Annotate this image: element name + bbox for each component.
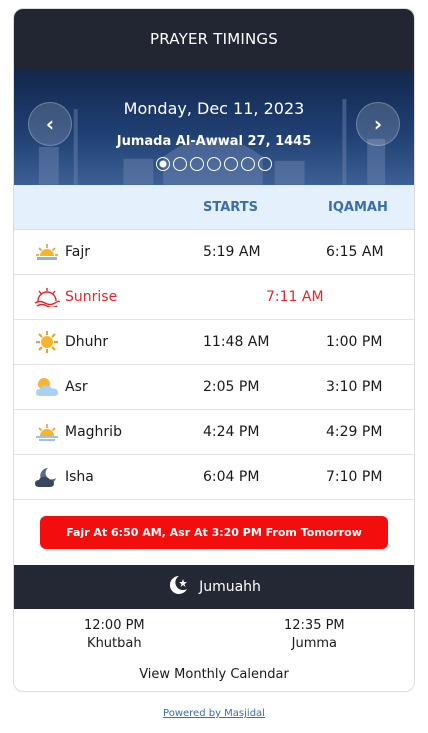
prayer-start-time: 2:05 PM xyxy=(203,379,260,395)
prayer-start-time: 6:04 PM xyxy=(203,469,260,485)
pagination-dot[interactable] xyxy=(173,157,187,171)
pagination-dot[interactable] xyxy=(241,157,255,171)
prayer-name: Sunrise xyxy=(65,289,118,305)
jumma-label: Jumma xyxy=(291,636,338,651)
powered-by-link[interactable]: Powered by Masjidal xyxy=(0,708,428,719)
prayer-row-sunrise: Sunrise 7:11 AM xyxy=(14,275,414,320)
pagination-dot[interactable] xyxy=(258,157,272,171)
hijri-date: Jumada Al-Awwal 27, 1445 xyxy=(116,134,312,149)
day-pagination xyxy=(14,157,414,171)
gregorian-date: Monday, Dec 11, 2023 xyxy=(123,99,305,118)
pagination-dot[interactable] xyxy=(190,157,204,171)
sun-cloud-icon xyxy=(34,375,60,399)
prayer-iqamah-time: 6:15 AM xyxy=(326,244,384,260)
jumuah-times: 12:00 PM Khutbah 12:35 PM Jumma xyxy=(14,609,414,665)
prayer-row-maghrib: Maghrib 4:24 PM 4:29 PM xyxy=(14,410,414,455)
pagination-dot[interactable] xyxy=(156,157,170,171)
prayer-iqamah-time: 1:00 PM xyxy=(326,334,383,350)
jumma-time-block: 12:35 PM Jumma xyxy=(284,617,345,653)
prayer-row-asr: Asr 2:05 PM 3:10 PM xyxy=(14,365,414,410)
prayer-start-time: 5:19 AM xyxy=(203,244,261,260)
page-title: PRAYER TIMINGS xyxy=(150,30,278,48)
sunset-icon xyxy=(34,420,60,444)
khutbah-label: Khutbah xyxy=(87,636,142,651)
prayer-name: Asr xyxy=(65,379,88,395)
prayer-name: Fajr xyxy=(65,244,90,260)
prayer-start-time: 4:24 PM xyxy=(203,424,260,440)
date-banner: ‹ Monday, Dec 11, 2023 Jumada Al-Awwal 2… xyxy=(14,69,414,185)
prayer-row-isha: Isha 6:04 PM 7:10 PM xyxy=(14,455,414,500)
chevron-right-icon: › xyxy=(373,112,383,136)
jumuah-title: Jumuahh xyxy=(199,579,261,595)
jumuah-header: Jumuahh xyxy=(14,565,414,609)
prayer-start-time: 7:11 AM xyxy=(266,289,324,305)
crescent-star-icon xyxy=(167,574,189,600)
prayer-iqamah-time: 7:10 PM xyxy=(326,469,383,485)
prayer-row-dhuhr: Dhuhr 11:48 AM 1:00 PM xyxy=(14,320,414,365)
next-day-button[interactable]: › xyxy=(356,102,400,146)
prayer-start-time: 11:48 AM xyxy=(203,334,270,350)
sunrise-horizon-icon xyxy=(34,240,60,264)
card-header: PRAYER TIMINGS xyxy=(14,9,414,69)
khutbah-time-block: 12:00 PM Khutbah xyxy=(84,617,145,653)
sun-icon xyxy=(34,330,60,354)
timing-change-notice: Fajr At 6:50 AM, Asr At 3:20 PM From Tom… xyxy=(40,516,388,549)
pagination-dot[interactable] xyxy=(224,157,238,171)
notice-area: Fajr At 6:50 AM, Asr At 3:20 PM From Tom… xyxy=(14,500,414,565)
starts-column-header: STARTS xyxy=(203,199,258,215)
view-monthly-calendar-link[interactable]: View Monthly Calendar xyxy=(14,667,414,682)
prayer-row-fajr: Fajr 5:19 AM 6:15 AM xyxy=(14,230,414,275)
prayer-timings-card: PRAYER TIMINGS ‹ Monday, Dec 11, 2023 Ju… xyxy=(13,8,415,692)
khutbah-time: 12:00 PM xyxy=(84,618,145,633)
prayer-name: Dhuhr xyxy=(65,334,109,350)
iqamah-column-header: IQAMAH xyxy=(328,199,388,215)
pagination-dot[interactable] xyxy=(207,157,221,171)
moon-cloud-icon xyxy=(34,465,60,489)
prayer-iqamah-time: 3:10 PM xyxy=(326,379,383,395)
column-headers: STARTS IQAMAH xyxy=(14,185,414,230)
jumma-time: 12:35 PM xyxy=(284,618,345,633)
prayer-iqamah-time: 4:29 PM xyxy=(326,424,383,440)
prayer-name: Maghrib xyxy=(65,424,122,440)
prayer-name: Isha xyxy=(65,469,94,485)
sunrise-icon xyxy=(34,285,60,309)
